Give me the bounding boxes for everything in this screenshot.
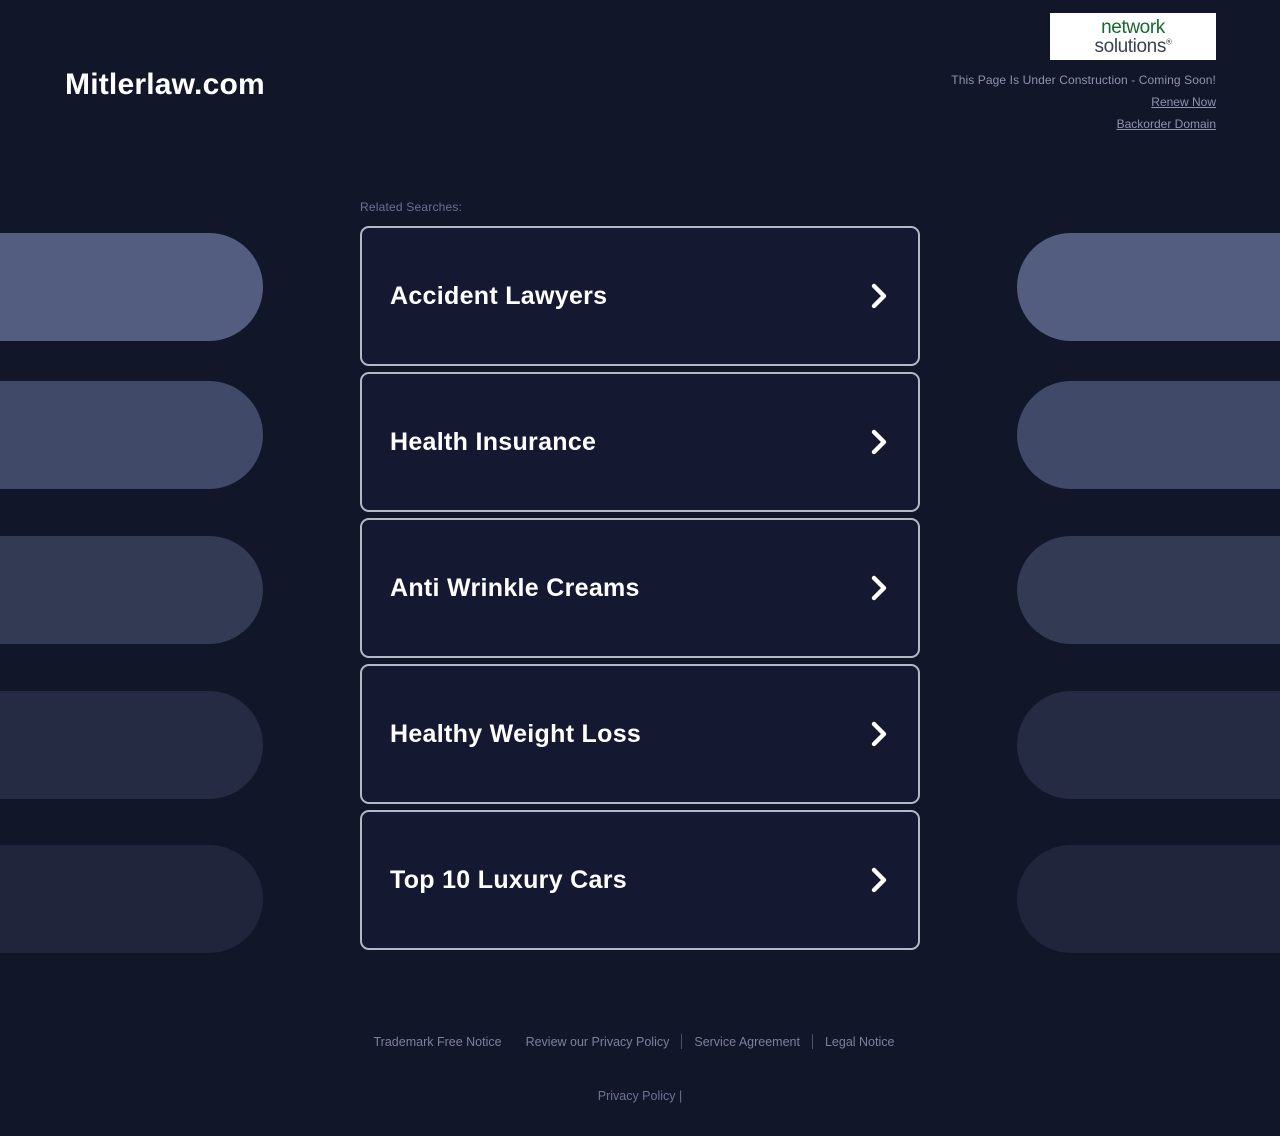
footer-links: Trademark Free Notice Review our Privacy… — [360, 1034, 920, 1049]
decorative-pill — [0, 691, 263, 799]
decorative-pill — [0, 536, 263, 644]
footer-link-legal-notice[interactable]: Legal Notice — [813, 1035, 907, 1049]
footer-bottom-separator: | — [679, 1089, 683, 1103]
decorative-pill — [0, 845, 263, 953]
chevron-right-icon — [871, 721, 887, 747]
renew-now-link[interactable]: Renew Now — [951, 95, 1216, 109]
registered-mark-icon: ® — [1165, 37, 1172, 47]
footer-bottom: Privacy Policy | — [360, 1089, 920, 1103]
chevron-right-icon — [871, 867, 887, 893]
search-card-health-insurance[interactable]: Health Insurance — [360, 372, 920, 512]
search-card-accident-lawyers[interactable]: Accident Lawyers — [360, 226, 920, 366]
decorative-pill — [1017, 691, 1280, 799]
logo-line-1: network — [1101, 16, 1165, 38]
search-card-title: Top 10 Luxury Cars — [390, 865, 627, 894]
search-card-top-10-luxury-cars[interactable]: Top 10 Luxury Cars — [360, 810, 920, 950]
search-card-healthy-weight-loss[interactable]: Healthy Weight Loss — [360, 664, 920, 804]
decorative-pill — [0, 233, 263, 341]
search-card-title: Health Insurance — [390, 427, 597, 456]
logo-line-2: solutions® — [1094, 35, 1172, 57]
footer-link-review-our-privacy-policy[interactable]: Review our Privacy Policy — [514, 1035, 682, 1049]
decorative-pill — [1017, 845, 1280, 953]
footer-link-service-agreement[interactable]: Service Agreement — [682, 1035, 812, 1049]
decorative-pill — [1017, 233, 1280, 341]
search-card-anti-wrinkle-creams[interactable]: Anti Wrinkle Creams — [360, 518, 920, 658]
header-right-group: network solutions® This Page Is Under Co… — [951, 13, 1216, 131]
chevron-right-icon — [871, 283, 887, 309]
backorder-domain-link[interactable]: Backorder Domain — [951, 117, 1216, 131]
page-root: Mitlerlaw.com network solutions® This Pa… — [0, 0, 1280, 1136]
decorative-pill — [1017, 381, 1280, 489]
page-header: Mitlerlaw.com network solutions® This Pa… — [0, 0, 1280, 150]
page-footer: Trademark Free Notice Review our Privacy… — [360, 1034, 920, 1103]
construction-notice: This Page Is Under Construction - Coming… — [951, 73, 1216, 87]
chevron-right-icon — [871, 429, 887, 455]
decorative-pill — [1017, 536, 1280, 644]
search-card-title: Accident Lawyers — [390, 281, 608, 310]
search-card-title: Anti Wrinkle Creams — [390, 573, 640, 602]
search-card-title: Healthy Weight Loss — [390, 719, 642, 748]
footer-privacy-policy-link[interactable]: Privacy Policy — [598, 1089, 676, 1103]
decorative-pill — [0, 381, 263, 489]
footer-link-trademark-free-notice[interactable]: Trademark Free Notice — [374, 1035, 514, 1049]
main-content: Related Searches: Accident Lawyers Healt… — [360, 150, 920, 1103]
page-title: Mitlerlaw.com — [65, 68, 265, 101]
network-solutions-logo: network solutions® — [1050, 13, 1216, 60]
chevron-right-icon — [871, 575, 887, 601]
related-searches-label: Related Searches: — [360, 200, 463, 214]
